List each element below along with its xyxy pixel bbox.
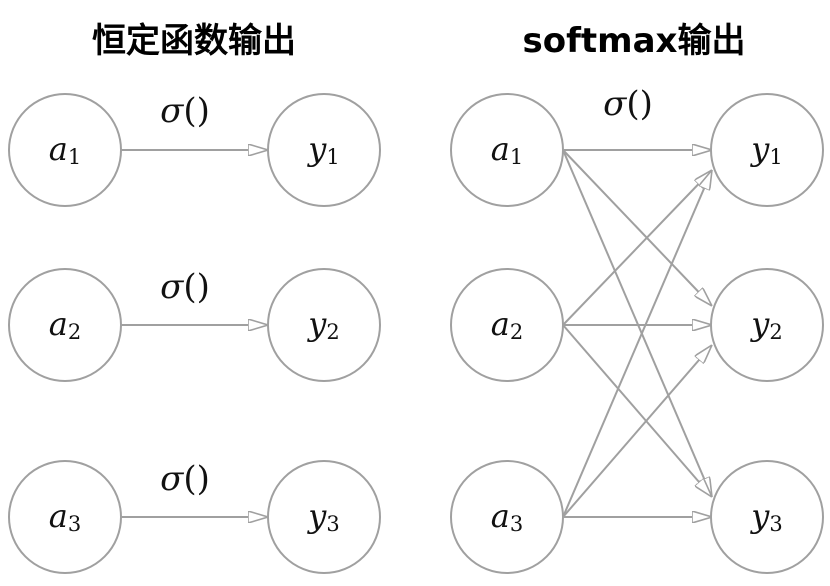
node-y1: y1 [267,93,381,207]
node-a1: a1 [8,93,122,207]
edge-softmax-a2-y1 [562,170,712,326]
softmax-sigma-label: σ() [603,84,653,124]
edge-softmax-a3-y2 [562,345,712,518]
node-y3: y3 [267,460,381,574]
sigma-label-2: σ() [160,267,210,307]
edge-softmax-a1-y3 [562,149,712,497]
softmax-node-y1: y1 [710,93,824,207]
softmax-node-a3: a3 [450,460,564,574]
node-a2: a2 [8,268,122,382]
softmax-node-y2: y2 [710,268,824,382]
softmax-node-a2: a2 [450,268,564,382]
sigma-label-1: σ() [160,91,210,131]
edge-softmax-a3-y1 [562,170,712,518]
node-y2: y2 [267,268,381,382]
left-sigma-labels: σ() σ() σ() [160,91,210,499]
softmax-node-a1: a1 [450,93,564,207]
left-output-nodes: y1 y2 y3 [267,93,381,574]
sigma-label-3: σ() [160,459,210,499]
right-input-nodes: a1 a2 a3 [450,93,564,574]
edge-softmax-a1-y2 [562,149,712,306]
right-output-nodes: y1 y2 y3 [710,93,824,574]
diagram-svg: 恒定函数输出 softmax输出 σ() σ() σ() a1 a2 a3 y1 [8,21,824,574]
diagram-canvas: 恒定函数输出 softmax输出 σ() σ() σ() a1 a2 a3 y1 [0,0,830,586]
edge-softmax-a2-y3 [562,324,712,497]
right-edges [562,149,712,518]
left-diagram-title: 恒定函数输出 [92,21,296,61]
left-input-nodes: a1 a2 a3 [8,93,122,574]
right-diagram-title: softmax输出 [523,21,746,61]
node-a3: a3 [8,460,122,574]
softmax-node-y3: y3 [710,460,824,574]
